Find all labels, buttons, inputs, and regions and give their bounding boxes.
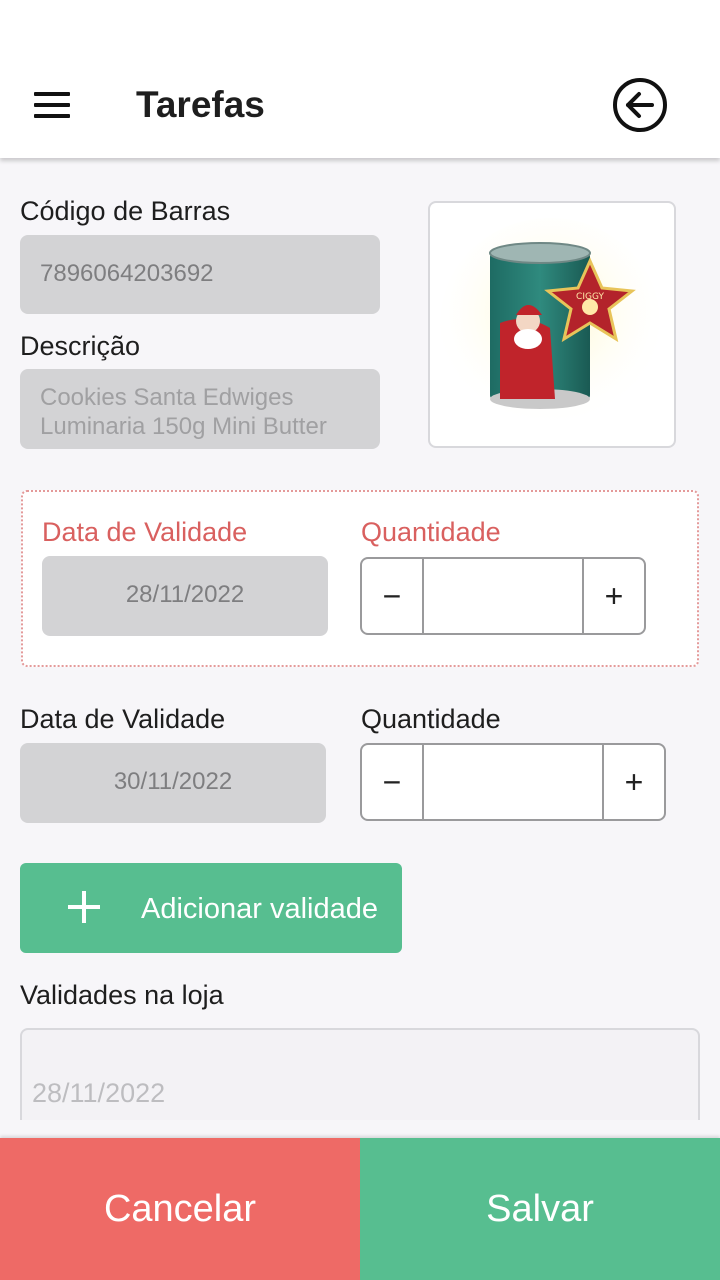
decrement-button[interactable]: −: [362, 559, 422, 633]
footer-divider: [0, 1120, 720, 1138]
svg-text:CIGGY: CIGGY: [576, 292, 604, 302]
increment-button[interactable]: +: [584, 559, 644, 633]
cancel-button[interactable]: Cancelar: [0, 1138, 360, 1280]
arrow-left-circle-icon[interactable]: [612, 77, 668, 133]
expiry-date-label: Data de Validade: [42, 517, 248, 547]
page-title: Tarefas: [136, 84, 265, 125]
store-validities-label: Validades na loja: [20, 980, 224, 1010]
add-validity-button[interactable]: Adicionar validade: [20, 863, 402, 953]
expiry-date-field[interactable]: 30/11/2022: [20, 743, 326, 823]
store-validity-item: 28/11/2022: [32, 1078, 166, 1108]
menu-icon[interactable]: [34, 92, 70, 118]
save-button[interactable]: Salvar: [360, 1138, 720, 1280]
quantity-stepper: − +: [360, 743, 666, 821]
plus-icon: [68, 891, 100, 923]
increment-button[interactable]: +: [604, 745, 664, 819]
barcode-field[interactable]: 7896064203692: [20, 235, 380, 314]
description-label: Descrição: [20, 331, 141, 361]
quantity-stepper: − +: [360, 557, 646, 635]
quantity-input[interactable]: [422, 559, 584, 633]
barcode-label: Código de Barras: [20, 196, 231, 226]
app-header: Tarefas: [0, 0, 720, 158]
quantity-input[interactable]: [422, 745, 604, 819]
store-validities-list[interactable]: 28/11/2022: [20, 1028, 700, 1128]
add-validity-label: Adicionar validade: [141, 893, 378, 925]
expiry-date-label: Data de Validade: [20, 704, 226, 734]
description-field[interactable]: Cookies Santa Edwiges Luminaria 150g Min…: [20, 369, 380, 449]
quantity-label: Quantidade: [361, 704, 501, 734]
expiry-date-field[interactable]: 28/11/2022: [42, 556, 328, 636]
quantity-label: Quantidade: [361, 517, 501, 547]
decrement-button[interactable]: −: [362, 745, 422, 819]
footer-actions: Cancelar Salvar: [0, 1138, 720, 1280]
product-image: CIGGY: [428, 201, 676, 448]
